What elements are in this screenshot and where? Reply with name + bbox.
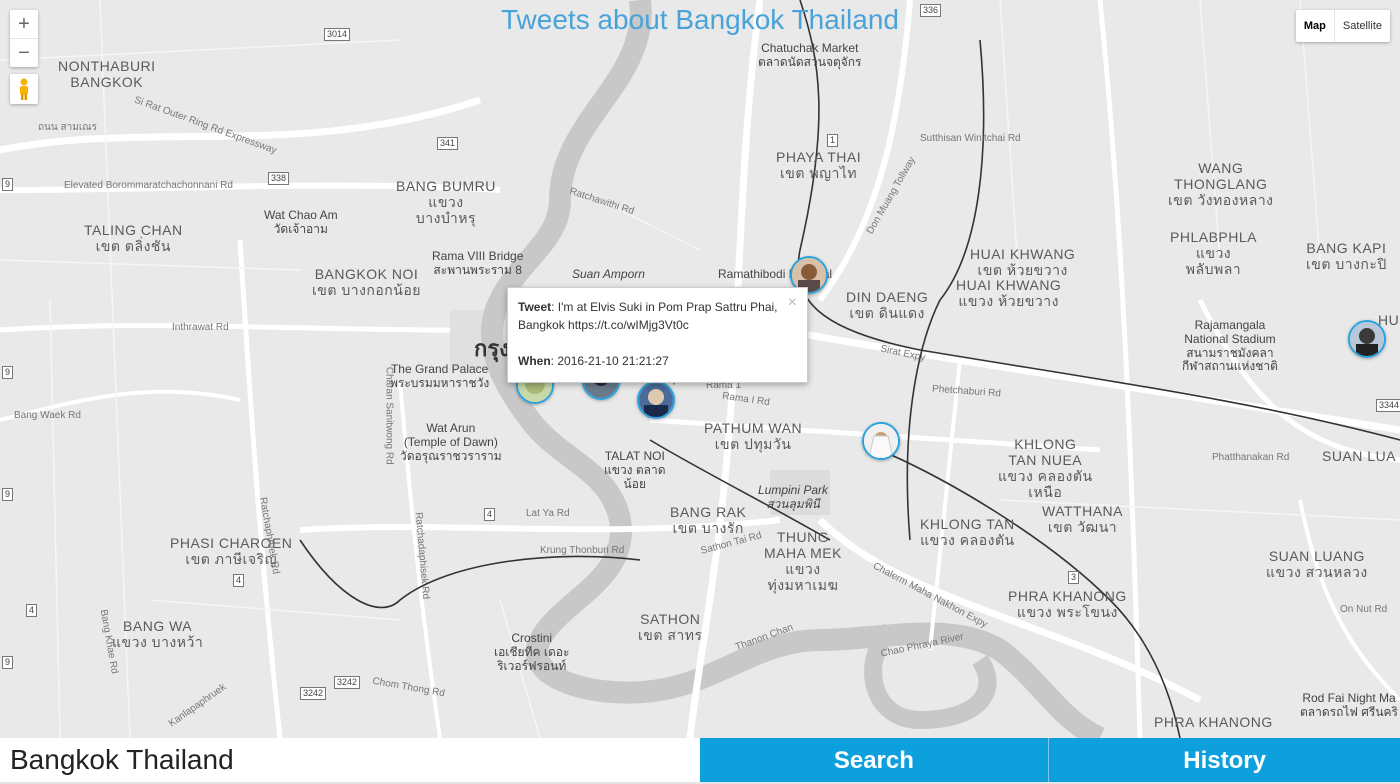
route-shield: 3 (1068, 571, 1080, 584)
poi-label: Suan Amporn (572, 267, 645, 281)
district-label: HUAI KHWANG แขวง ห้วยขวาง (956, 277, 1062, 310)
district-label: KHLONG TAN NUEA แขวง คลองตัน เหนือ (998, 436, 1093, 501)
district-label: NONTHABURI BANGKOK (58, 58, 156, 91)
district-label: PHRA KHANONG แขวง พระโขนง (1008, 588, 1127, 621)
poi-label: Rama VIII Bridge สะพานพระราม 8 (432, 249, 524, 277)
search-bar: Search History (0, 738, 1400, 782)
poi-label: Lumpini Park สวนลุมพินี (758, 483, 829, 511)
search-input[interactable] (0, 738, 700, 782)
district-label: WANG THONGLANG เขต วังทองหลาง (1168, 160, 1274, 209)
route-shield: 9 (2, 178, 14, 191)
route-shield: 9 (2, 366, 14, 379)
user-avatar-icon (1350, 322, 1384, 356)
district-label: PHAYA THAI เขต พญาไท (776, 149, 862, 182)
user-avatar-icon (639, 383, 673, 417)
tweet-marker[interactable] (637, 381, 675, 419)
district-label: BANGKOK NOI เขต บางกอกน้อย (312, 266, 421, 299)
road-label: Charan Sanitwong Rd (383, 366, 395, 465)
road-label: Lat Ya Rd (526, 508, 570, 519)
route-shield: 4 (484, 508, 496, 521)
route-shield: 9 (2, 656, 14, 669)
district-label: WATTHANA เขต วัฒนา (1042, 503, 1123, 536)
poi-label: กรุง (474, 336, 510, 361)
user-avatar-icon (864, 424, 898, 458)
map-canvas[interactable]: NONTHABURI BANGKOK TALING CHAN เขต ตลิ่ง… (0, 0, 1400, 738)
zoom-out-button[interactable]: − (10, 38, 38, 67)
district-label: PHRA KHANONG (1154, 714, 1273, 730)
route-shield: 4 (233, 574, 245, 587)
road-label: Bang Waek Rd (14, 410, 81, 421)
district-label: SATHON เขต สาทร (638, 611, 703, 644)
route-shield: 3242 (334, 676, 361, 689)
district-label: SUAN LUA (1322, 448, 1397, 464)
district-label: TALAT NOI แขวง ตลาด น้อย (604, 449, 666, 491)
road-label: Elevated Borommaratchachonnani Rd (64, 180, 233, 191)
zoom-in-button[interactable]: + (10, 10, 38, 38)
close-icon[interactable]: × (788, 294, 797, 312)
district-label: HUAI KHWANG เขต ห้วยขวาง (970, 246, 1076, 279)
poi-label: Wat Chao Am วัดเจ้าอาม (264, 208, 338, 236)
district-label: SUAN LUANG แขวง สวนหลวง (1266, 548, 1368, 581)
road-label: Krung Thonburi Rd (540, 545, 625, 556)
district-label: PATHUM WAN เขต ปทุมวัน (704, 420, 803, 453)
map-type-control: Map Satellite (1295, 10, 1390, 42)
district-label: BANG BUMRU แขวง บางบำหรุ (396, 178, 496, 227)
route-shield: 338 (268, 172, 290, 185)
tweet-marker[interactable] (1348, 320, 1386, 358)
district-label: DIN DAENG เขต ดินแดง (846, 289, 929, 322)
poi-label: Crostini เอเชียทีค เดอะ ริเวอร์ฟรอนท์ (494, 631, 570, 673)
road-label: Sutthisan Winitchai Rd (920, 133, 1021, 144)
map-type-map-button[interactable]: Map (1296, 10, 1334, 42)
district-label: BANG RAK เขต บางรัก (670, 504, 747, 537)
when-label: When (518, 354, 551, 368)
route-shield: 341 (437, 137, 459, 150)
tweet-label: Tweet (518, 300, 552, 314)
tweet-text: Tweet: I'm at Elvis Suki in Pom Prap Sat… (518, 298, 796, 334)
tweet-marker[interactable] (862, 422, 900, 460)
route-shield: 3344 (1376, 399, 1400, 412)
road-label: Inthrawat Rd (172, 322, 229, 333)
history-button[interactable]: History (1048, 738, 1400, 782)
when-value: : 2016-21-10 21:21:27 (550, 354, 669, 368)
poi-label: The Grand Palace พระบรมมหาราชวัง (390, 362, 490, 390)
poi-label: Rajamangala National Stadium สนามราชมังค… (1182, 318, 1278, 374)
road-label: On Nut Rd (1340, 604, 1388, 615)
road-label: Phatthanakan Rd (1212, 452, 1290, 463)
route-shield: 9 (2, 488, 14, 501)
search-button[interactable]: Search (699, 738, 1049, 782)
poi-label: Chatuchak Market ตลาดนัดสวนจตุจักร (758, 41, 862, 69)
pegman-icon (20, 78, 28, 100)
route-shield: 4 (26, 604, 38, 617)
road-label: ถนน สามเณร (38, 122, 97, 133)
district-label: BANG KAPI เขต บางกะปิ (1306, 240, 1387, 273)
map-type-satellite-button[interactable]: Satellite (1333, 10, 1390, 42)
district-label: KHLONG TAN แขวง คลองตัน (920, 516, 1015, 549)
tweet-info-window: × Tweet: I'm at Elvis Suki in Pom Prap S… (507, 287, 808, 383)
district-label: THUNG MAHA MEK แขวง ทุ่งมหาเมฆ (764, 529, 842, 594)
route-shield: 1 (827, 134, 839, 147)
district-label: PHLABPHLA แขวง พลับพลา (1170, 229, 1257, 278)
tweet-time: When: 2016-21-10 21:21:27 (518, 352, 796, 370)
district-label: TALING CHAN เขต ตลิ่งชัน (84, 222, 183, 255)
poi-label: Wat Arun (Temple of Dawn) วัดอรุณราชวราร… (400, 421, 502, 463)
street-view-pegman[interactable] (10, 74, 38, 104)
page-title: Tweets about Bangkok Thailand (501, 4, 899, 35)
zoom-control: + − (10, 10, 38, 67)
district-label: BANG WA แขวง บางหว้า (112, 618, 204, 651)
tweet-body: : I'm at Elvis Suki in Pom Prap Sattru P… (518, 300, 778, 332)
route-shield: 3242 (300, 687, 327, 700)
poi-label: Rod Fai Night Ma ตลาดรถไฟ ศรีนคริ (1300, 691, 1398, 719)
